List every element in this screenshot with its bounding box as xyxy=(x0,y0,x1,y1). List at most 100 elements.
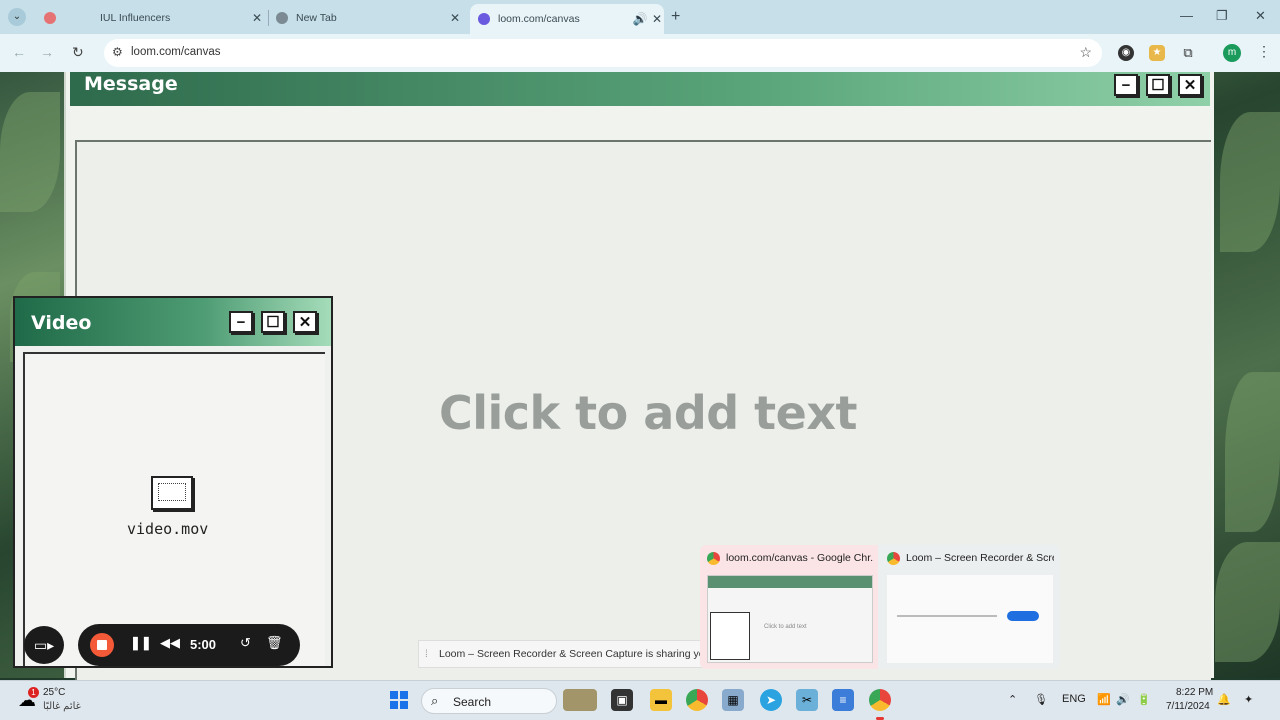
chrome-active-app-icon[interactable] xyxy=(869,689,891,711)
clock-time[interactable]: 8:22 PM xyxy=(1176,687,1213,698)
taskbar-preview-popup: loom.com/canvas - Google Chr... Click to… xyxy=(700,545,1060,669)
file-explorer-icon[interactable]: ▬ xyxy=(650,689,672,711)
address-bar[interactable]: ⚙ loom.com/canvas ☆ xyxy=(104,39,1102,67)
back-button[interactable]: ← xyxy=(12,44,26,60)
chrome-icon xyxy=(707,552,720,565)
address-url[interactable]: loom.com/canvas xyxy=(131,46,220,58)
thumbnail-button xyxy=(1007,611,1039,621)
telegram-app-icon[interactable]: ➤ xyxy=(760,689,782,711)
rewind-button[interactable]: ◀◀ xyxy=(160,635,180,651)
browser-menu-icon[interactable]: ⋮ xyxy=(1257,43,1271,60)
reload-button[interactable]: ↻ xyxy=(72,44,84,61)
new-tab-button[interactable]: + xyxy=(671,8,680,26)
camera-toggle-button[interactable]: ▭▸ xyxy=(24,626,64,664)
search-label: Search xyxy=(453,695,492,709)
screen-sharing-bar: ⁞ Loom – Screen Recorder & Screen Captur… xyxy=(418,640,708,668)
snipping-tool-icon[interactable]: ✂ xyxy=(796,689,818,711)
thumbnail-line xyxy=(897,615,997,617)
loom-favicon-icon xyxy=(478,13,490,25)
background-leaf xyxy=(0,92,60,212)
stop-recording-button[interactable] xyxy=(90,633,114,657)
extension-2-icon[interactable]: ★ xyxy=(1149,45,1165,61)
extensions-puzzle-icon[interactable]: ⧉ xyxy=(1180,45,1196,61)
background-leaf xyxy=(1225,372,1280,532)
preview-thumbnail[interactable]: Click to add text xyxy=(707,575,873,663)
preview-window-loom-extension[interactable]: Loom – Screen Recorder & Scre... xyxy=(880,545,1058,669)
weather-temperature[interactable]: 25°C xyxy=(43,687,65,698)
video-file-icon[interactable] xyxy=(151,476,193,510)
copilot-icon[interactable]: ✦ xyxy=(1244,693,1253,706)
background-leaf xyxy=(1220,112,1280,252)
tab-loom-canvas[interactable]: loom.com/canvas 🔊 ✕ xyxy=(470,4,664,34)
preview-window-loom-canvas[interactable]: loom.com/canvas - Google Chr... Click to… xyxy=(700,545,878,669)
video-camera-icon: ▭▸ xyxy=(33,637,55,653)
background-leaf xyxy=(1215,542,1280,662)
preview-thumbnail[interactable] xyxy=(887,575,1053,663)
tab-new-tab[interactable]: New Tab ✕ xyxy=(276,4,462,32)
bookmark-star-icon[interactable]: ☆ xyxy=(1079,44,1092,61)
clock-date[interactable]: 7/11/2024 xyxy=(1166,701,1210,712)
message-title-bar[interactable]: Message − ☐ ✕ xyxy=(70,72,1210,106)
start-button[interactable] xyxy=(390,691,408,709)
message-maximize-button[interactable]: ☐ xyxy=(1146,74,1170,96)
recording-timer: 5:00 xyxy=(190,637,217,652)
weather-description[interactable]: غائم غالبًا xyxy=(43,701,81,712)
close-tab-icon[interactable]: ✕ xyxy=(650,12,664,26)
tab-search-icon[interactable]: ⌄ xyxy=(8,8,26,26)
video-maximize-button[interactable]: ☐ xyxy=(261,311,285,333)
site-info-icon[interactable]: ⚙ xyxy=(112,45,123,59)
video-window: Video − ☐ ✕ video.mov xyxy=(13,296,333,668)
pause-button[interactable]: ❚❚ xyxy=(130,635,152,651)
language-indicator[interactable]: ENG xyxy=(1062,693,1086,705)
window-restore-button[interactable]: ❐ xyxy=(1216,8,1228,24)
task-view-icon[interactable]: ▣ xyxy=(611,689,633,711)
notepad-app-icon[interactable]: ≡ xyxy=(832,689,854,711)
message-title: Message xyxy=(84,73,178,95)
taskbar-search[interactable]: ⌕ Search xyxy=(421,688,557,714)
volume-icon[interactable]: 🔊 xyxy=(1116,693,1130,706)
windows-logo-icon xyxy=(390,691,398,699)
notification-bell-icon[interactable]: 🔔 xyxy=(1217,693,1231,706)
tab-title: loom.com/canvas xyxy=(498,13,580,25)
delete-recording-button[interactable]: 🗑 xyxy=(266,635,283,651)
chrome-icon xyxy=(887,552,900,565)
window-minimize-button[interactable]: — xyxy=(1180,8,1193,23)
tab-title: IUL Influencers xyxy=(100,12,171,24)
preview-title: loom.com/canvas - Google Chr... xyxy=(726,552,874,564)
thumbnail-video-window xyxy=(710,612,750,660)
video-title-bar[interactable]: Video − ☐ ✕ xyxy=(15,298,331,346)
weather-badge: 1 xyxy=(28,687,39,698)
add-text-placeholder[interactable]: Click to add text xyxy=(439,386,858,440)
message-minimize-button[interactable]: − xyxy=(1114,74,1138,96)
extension-1-icon[interactable]: ◉ xyxy=(1118,45,1134,61)
video-minimize-button[interactable]: − xyxy=(229,311,253,333)
recording-favicon-icon xyxy=(44,12,56,24)
forward-button[interactable]: → xyxy=(40,44,54,60)
battery-icon[interactable]: 🔋 xyxy=(1137,693,1151,706)
video-close-button[interactable]: ✕ xyxy=(293,311,317,333)
window-close-button[interactable]: ✕ xyxy=(1255,8,1266,24)
photos-app-icon[interactable]: ▦ xyxy=(722,689,744,711)
thumbnail-title-bar xyxy=(708,576,872,588)
thumbnail-text: Click to add text xyxy=(764,624,807,630)
audio-playing-icon[interactable]: 🔊 xyxy=(630,12,650,26)
chrome-app-icon[interactable] xyxy=(686,689,708,711)
microphone-icon[interactable]: 🎙 xyxy=(1034,693,1048,706)
profile-avatar[interactable]: m xyxy=(1223,44,1241,62)
recording-controls: ❚❚ ◀◀ 5:00 ↺ 🗑 xyxy=(78,624,300,666)
show-hidden-icons-icon[interactable]: ⌃ xyxy=(1008,693,1017,706)
wifi-icon[interactable]: 📶 xyxy=(1097,693,1111,706)
tab-iul-influencers[interactable]: IUL Influencers ✕ xyxy=(40,4,264,32)
widgets-landscape-icon[interactable] xyxy=(563,689,597,711)
drag-handle-icon[interactable]: ⁞ xyxy=(425,649,428,660)
video-title: Video xyxy=(31,312,92,334)
message-close-button[interactable]: ✕ xyxy=(1178,74,1202,96)
tab-separator xyxy=(268,10,269,26)
close-tab-icon[interactable]: ✕ xyxy=(448,11,462,25)
windows-taskbar: ☁ 1 25°C غائم غالبًا ⌕ Search ▣ ▬ ▦ ➤ ✂ … xyxy=(0,680,1280,720)
preview-title: Loom – Screen Recorder & Scre... xyxy=(906,552,1054,564)
restart-recording-button[interactable]: ↺ xyxy=(240,635,251,651)
chrome-favicon-icon xyxy=(276,12,288,24)
close-tab-icon[interactable]: ✕ xyxy=(250,11,264,25)
video-file-name[interactable]: video.mov xyxy=(127,520,208,538)
